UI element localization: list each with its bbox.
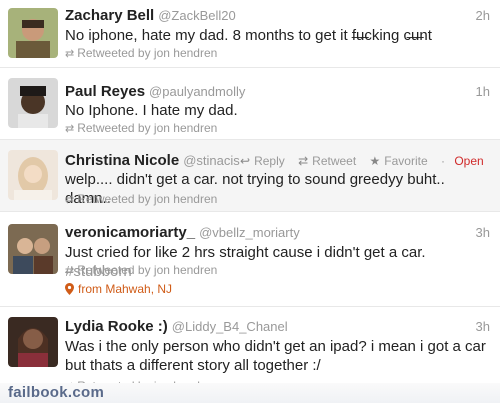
star-icon: ★ (369, 154, 381, 168)
retweeted-by[interactable]: ⇄Retweeted by jon hendren (65, 46, 217, 60)
tweet-header: veronicamoriarty_ @vbellz_moriarty (65, 224, 300, 241)
retweeted-label: Retweeted by jon hendren (77, 192, 218, 206)
retweeted-label: Retweeted by jon hendren (77, 46, 218, 60)
pin-icon (65, 283, 74, 295)
retweet-icon: ⇄ (65, 48, 75, 60)
user-name[interactable]: Paul Reyes (65, 83, 145, 100)
location-label: from Mahwah, NJ (78, 282, 173, 296)
user-name[interactable]: Lydia Rooke :) (65, 318, 168, 335)
bullet-separator: · (441, 154, 445, 168)
tweet-header: Lydia Rooke :) @Liddy_B4_Chanel (65, 318, 288, 335)
retweeted-label: Retweeted by jon hendren (77, 263, 218, 277)
retweet-label: Retweet (312, 154, 357, 168)
tweet-text: No Iphone. I hate my dad. (65, 102, 238, 119)
avatar[interactable] (8, 224, 58, 274)
tweet-3[interactable]: Christina Nicole @stinacis ↩ Reply ⇄ Retwee… (0, 140, 500, 212)
retweet-icon: ⇄ (65, 265, 75, 277)
avatar[interactable] (8, 78, 58, 128)
tweet-1[interactable]: Zachary Bell @ZackBell20 2h No iphone, ha… (0, 0, 500, 68)
watermark-text: failbook.com (8, 384, 105, 401)
user-name[interactable]: Zachary Bell (65, 7, 154, 24)
open-button[interactable]: Open (454, 154, 483, 168)
tweet-body: Just cried for like 2 hrs straight cause… (65, 244, 426, 261)
watermark-bar: failbook.com (0, 383, 500, 403)
reply-button[interactable]: ↩ Reply (240, 154, 285, 168)
user-handle[interactable]: @stinacis (183, 153, 240, 168)
retweet-icon: ⇄ (65, 123, 75, 135)
tweet-text: Was i the only person who didn't get an … (65, 338, 486, 374)
retweeted-by[interactable]: ⇄Retweeted by jon hendren (65, 121, 217, 135)
favorite-button[interactable]: ★ Favorite (370, 154, 428, 168)
reply-icon: ↩ (240, 154, 251, 168)
tweet-header: Zachary Bell @ZackBell20 (65, 7, 236, 24)
tweet-2[interactable]: Paul Reyes @paulyandmolly 1h No Iphone. I… (0, 68, 500, 140)
retweet-icon: ⇄ (298, 154, 309, 168)
timestamp[interactable]: 3h (476, 319, 490, 334)
avatar[interactable] (8, 8, 58, 58)
tweet-actions: ↩ Reply ⇄ Retweet ★ Favorite · Open (240, 154, 484, 168)
reply-label: Reply (254, 154, 285, 168)
tweet-header: Paul Reyes @paulyandmolly (65, 83, 245, 100)
tweet-4[interactable]: veronicamoriarty_ @vbellz_moriarty 3h Jus… (0, 212, 500, 307)
user-handle[interactable]: @vbellz_moriarty (199, 225, 300, 240)
timestamp[interactable]: 1h (476, 84, 490, 99)
tweet-text: No iphone, hate my dad. 8 months to get … (65, 27, 432, 44)
user-name[interactable]: Christina Nicole (65, 152, 179, 169)
retweet-button[interactable]: ⇄ Retweet (298, 154, 356, 168)
retweet-icon: ⇄ (65, 194, 75, 206)
retweeted-by[interactable]: ⇄Retweeted by jon hendren (65, 192, 217, 206)
timestamp[interactable]: 2h (476, 8, 490, 23)
user-handle[interactable]: @paulyandmolly (149, 84, 245, 99)
retweeted-label: Retweeted by jon hendren (77, 121, 218, 135)
favorite-label: Favorite (384, 154, 428, 168)
timestamp[interactable]: 3h (476, 225, 490, 240)
retweeted-by[interactable]: ⇄Retweeted by jon hendren (65, 263, 217, 277)
tweet-header: Christina Nicole @stinacis (65, 152, 240, 169)
user-handle[interactable]: @Liddy_B4_Chanel (172, 319, 288, 334)
avatar[interactable] (8, 150, 58, 200)
user-name[interactable]: veronicamoriarty_ (65, 224, 195, 241)
user-handle[interactable]: @ZackBell20 (158, 8, 236, 23)
tweet-location[interactable]: from Mahwah, NJ (65, 282, 172, 296)
avatar[interactable] (8, 317, 58, 367)
